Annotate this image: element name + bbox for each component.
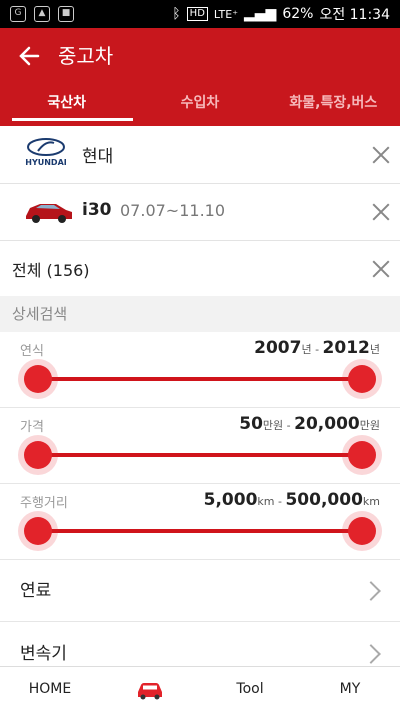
hd-icon: HD bbox=[186, 7, 208, 21]
price-range: 50만원 - 20,000만원 bbox=[239, 414, 380, 434]
app-icon: ■ bbox=[58, 6, 74, 22]
nav-car[interactable] bbox=[100, 667, 200, 712]
bottom-nav: HOME Tool MY bbox=[0, 666, 400, 712]
chevron-right-icon bbox=[361, 581, 381, 601]
app-bar: 중고차 국산차 수입차 화물,특장,버스 bbox=[0, 28, 400, 126]
all-filter-row[interactable]: 전체 (156) bbox=[0, 241, 400, 297]
hyundai-logo-icon bbox=[27, 138, 65, 156]
fuel-label: 연료 bbox=[20, 581, 52, 601]
price-slider-row: 가격 50만원 - 20,000만원 bbox=[0, 408, 400, 484]
maker-name: 현대 bbox=[82, 147, 114, 167]
price-label: 가격 bbox=[20, 420, 44, 435]
clear-all-icon[interactable] bbox=[372, 260, 390, 278]
transmission-label: 변속기 bbox=[20, 644, 67, 664]
model-years: 07.07~11.10 bbox=[120, 201, 226, 220]
mileage-max-handle[interactable] bbox=[348, 517, 376, 545]
fuel-row[interactable]: 연료 bbox=[0, 560, 400, 622]
nav-home[interactable]: HOME bbox=[0, 667, 100, 712]
price-slider-track[interactable] bbox=[38, 453, 362, 457]
model-name: i30 bbox=[82, 200, 112, 220]
signal-icon: ▂▄▆ bbox=[244, 6, 277, 22]
mileage-slider-track[interactable] bbox=[38, 529, 362, 533]
nav-my[interactable]: MY bbox=[300, 667, 400, 712]
model-filter-row[interactable]: i30 07.07~11.10 bbox=[0, 184, 400, 241]
status-bar: G ▲ ■ ᛒ HD LTE⁺ ▂▄▆ 62% 오전 11:34 bbox=[0, 0, 400, 28]
clear-model-icon[interactable] bbox=[372, 203, 390, 221]
year-slider-row: 연식 2007년 - 2012년 bbox=[0, 332, 400, 408]
mileage-label: 주행거리 bbox=[20, 496, 68, 511]
bluetooth-icon: ᛒ bbox=[172, 6, 181, 22]
tab-truck-bus[interactable]: 화물,특장,버스 bbox=[267, 86, 400, 126]
car-thumbnail-icon bbox=[26, 204, 72, 223]
battery-level: 62% bbox=[282, 6, 314, 22]
all-count: 전체 (156) bbox=[12, 261, 90, 280]
tab-imported[interactable]: 수입차 bbox=[133, 86, 266, 126]
mileage-min-handle[interactable] bbox=[24, 517, 52, 545]
mileage-slider-row: 주행거리 5,000km - 500,000km bbox=[0, 484, 400, 560]
gallery-icon: ▲ bbox=[34, 6, 50, 22]
price-max-handle[interactable] bbox=[348, 441, 376, 469]
page-title: 중고차 bbox=[58, 44, 114, 68]
clear-maker-icon[interactable] bbox=[372, 146, 390, 164]
tab-domestic[interactable]: 국산차 bbox=[0, 86, 134, 126]
back-arrow-icon[interactable] bbox=[16, 42, 44, 70]
year-max-handle[interactable] bbox=[348, 365, 376, 393]
year-min-handle[interactable] bbox=[24, 365, 52, 393]
clock: 오전 11:34 bbox=[319, 7, 390, 23]
year-label: 연식 bbox=[20, 344, 44, 359]
category-tabs: 국산차 수입차 화물,특장,버스 bbox=[0, 86, 400, 126]
maker-filter-row[interactable]: HYUNDAI 현대 bbox=[0, 126, 400, 184]
car-icon bbox=[138, 683, 162, 700]
mileage-range: 5,000km - 500,000km bbox=[203, 490, 380, 510]
hyundai-logo: HYUNDAI bbox=[22, 138, 70, 167]
lte-icon: LTE⁺ bbox=[213, 7, 238, 21]
notification-icon: G bbox=[10, 6, 26, 22]
year-slider-track[interactable] bbox=[38, 377, 362, 381]
nav-tool[interactable]: Tool bbox=[200, 667, 300, 712]
price-min-handle[interactable] bbox=[24, 441, 52, 469]
detail-search-header: 상세검색 bbox=[0, 296, 400, 332]
year-range: 2007년 - 2012년 bbox=[254, 338, 380, 358]
chevron-right-icon bbox=[361, 644, 381, 664]
